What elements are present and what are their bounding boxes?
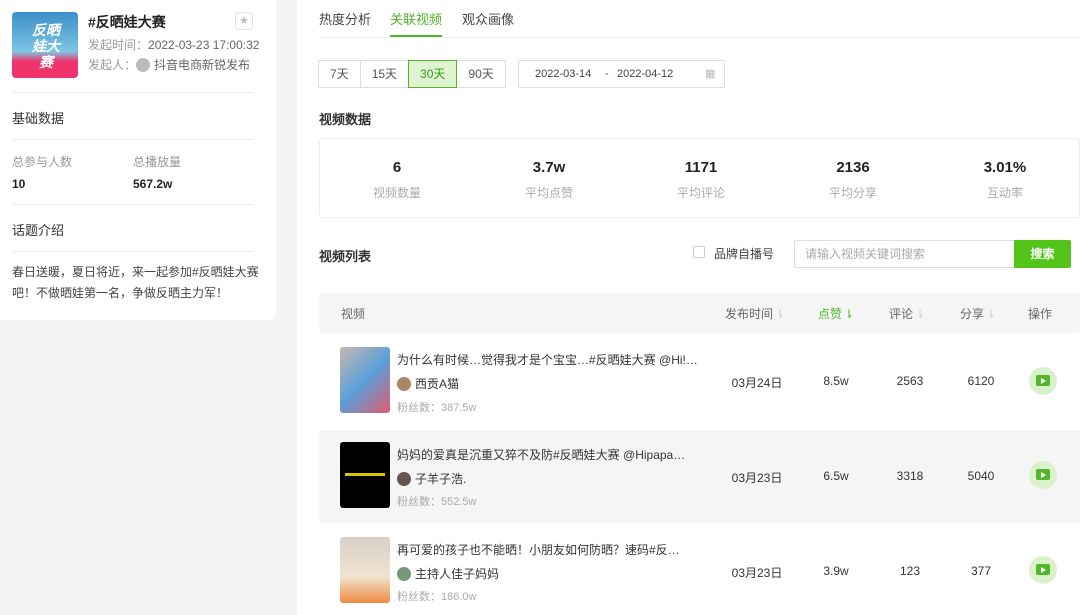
video-author: 主持人佳子妈妈 bbox=[397, 565, 499, 582]
topic-cover-image: 反晒娃大赛 bbox=[12, 12, 78, 78]
play-video-icon[interactable] bbox=[1029, 556, 1057, 584]
likes: 8.5w bbox=[823, 374, 849, 388]
shares: 377 bbox=[970, 564, 992, 578]
period-15d[interactable]: 15天 bbox=[359, 60, 410, 88]
participants-label: 总参与人数 bbox=[12, 155, 73, 169]
period-90d[interactable]: 90天 bbox=[456, 60, 506, 88]
sort-icon: ⇂ bbox=[986, 307, 997, 321]
publish-date: 03月24日 bbox=[731, 376, 783, 390]
video-list-heading: 视频列表 bbox=[319, 249, 372, 264]
search-button[interactable]: 搜索 bbox=[1014, 240, 1071, 268]
tab-related-videos[interactable]: 关联视频 bbox=[390, 9, 443, 37]
initiator-avatar bbox=[136, 58, 151, 72]
video-title[interactable]: 妈妈的爱真是沉重又猝不及防#反晒娃大赛 @Hipapa… bbox=[397, 446, 685, 463]
video-stats-card: 6 视频数量 3.7w 平均点赞 1171 平均评论 2136 平均分享 3.01% 互动… bbox=[319, 138, 1080, 218]
author-avatar bbox=[397, 472, 411, 486]
period-30d[interactable]: 30天 bbox=[408, 60, 458, 88]
tab-divider bbox=[319, 37, 1080, 38]
sort-icon: ⇂ bbox=[844, 307, 855, 321]
divider bbox=[12, 251, 254, 252]
video-thumbnail[interactable] bbox=[340, 442, 390, 508]
video-thumbnail[interactable] bbox=[340, 347, 390, 413]
topic-initiator: 发起人： 抖音电商新锐发布 bbox=[88, 58, 251, 72]
author-fans: 粉丝数：186.0w bbox=[397, 591, 477, 603]
table-row[interactable]: 再可爱的孩子也不能晒！小朋友如何防晒？速码#反… 主持人佳子妈妈 粉丝数：186… bbox=[319, 523, 1080, 615]
author-avatar bbox=[397, 567, 411, 581]
main-panel: 热度分析 关联视频 观众画像 7天 15天 30天 90天 2022-03-14… bbox=[297, 0, 1080, 615]
comments: 123 bbox=[899, 564, 921, 578]
col-publish-time[interactable]: 发布时间 ⇂ bbox=[725, 305, 785, 322]
author-fans: 粉丝数：552.5w bbox=[397, 496, 477, 508]
brand-self-broadcast-checkbox[interactable] bbox=[693, 246, 705, 258]
intro-text: 春日送暖，夏日将近，来一起参加#反晒娃大赛吧！不做晒娃第一名，争做反晒主力军！ bbox=[12, 265, 259, 300]
divider bbox=[12, 92, 254, 93]
sort-icon: ⇂ bbox=[915, 307, 926, 321]
video-data-heading: 视频数据 bbox=[319, 112, 372, 127]
calendar-icon[interactable]: ▦ bbox=[705, 61, 715, 87]
stat-avg-likes: 3.7w 平均点赞 bbox=[524, 159, 573, 200]
shares: 6120 bbox=[967, 374, 995, 388]
shares: 5040 bbox=[967, 469, 995, 483]
comments: 3318 bbox=[896, 469, 924, 483]
col-actions: 操作 bbox=[1028, 307, 1053, 321]
participants-value: 10 bbox=[12, 177, 26, 191]
period-7d[interactable]: 7天 bbox=[318, 60, 361, 88]
publish-date: 03月23日 bbox=[731, 471, 783, 485]
stat-video-count: 6 视频数量 bbox=[372, 159, 421, 200]
topic-panel: 反晒娃大赛 #反晒娃大赛 ★ 发起时间：2022-03-23 17:00:32 … bbox=[0, 0, 276, 320]
stat-avg-comments: 1171 平均评论 bbox=[676, 159, 725, 200]
tab-audience-profile[interactable]: 观众画像 bbox=[462, 9, 514, 28]
video-title[interactable]: 再可爱的孩子也不能晒！小朋友如何防晒？速码#反… bbox=[397, 541, 680, 558]
video-author: 西贡A猫 bbox=[397, 375, 459, 392]
table-row[interactable]: 为什么有时候…觉得我才是个宝宝…#反晒娃大赛 @Hi!… 西贡A猫 粉丝数：38… bbox=[319, 333, 1080, 430]
date-range-picker[interactable]: 2022-03-14 - 2022-04-12 ▦ bbox=[518, 60, 725, 88]
intro-heading: 话题介绍 bbox=[12, 223, 65, 238]
author-avatar bbox=[397, 377, 411, 391]
basic-data-heading: 基础数据 bbox=[12, 111, 65, 126]
sort-icon: ⇂ bbox=[775, 307, 786, 321]
date-separator: - bbox=[605, 68, 609, 80]
favorite-star-icon[interactable]: ★ bbox=[235, 12, 253, 30]
plays-label: 总播放量 bbox=[133, 155, 182, 169]
end-date[interactable]: 2022-04-12 bbox=[617, 61, 673, 87]
comments: 2563 bbox=[896, 374, 924, 388]
stat-interaction-rate: 3.01% 互动率 bbox=[983, 159, 1027, 200]
topic-title: #反晒娃大赛 bbox=[88, 14, 166, 30]
col-likes[interactable]: 点赞 ⇂ bbox=[818, 305, 854, 322]
plays-value: 567.2w bbox=[133, 177, 173, 191]
video-search-input[interactable]: 请输入视频关键词搜索 bbox=[794, 240, 1014, 268]
author-fans: 粉丝数：387.5w bbox=[397, 402, 477, 414]
play-video-icon[interactable] bbox=[1029, 367, 1057, 395]
divider bbox=[12, 204, 254, 205]
publish-date: 03月23日 bbox=[731, 566, 783, 580]
divider bbox=[12, 139, 254, 140]
table-header: 视频 发布时间 ⇂ 点赞 ⇂ 评论 ⇂ 分享 ⇂ 操作 bbox=[319, 293, 1080, 333]
video-author: 子羊子浩. bbox=[397, 470, 466, 487]
stat-avg-shares: 2136 平均分享 bbox=[828, 159, 877, 200]
likes: 3.9w bbox=[823, 564, 849, 578]
video-thumbnail[interactable] bbox=[340, 537, 390, 603]
table-row[interactable]: 妈妈的爱真是沉重又猝不及防#反晒娃大赛 @Hipapa… 子羊子浩. 粉丝数：5… bbox=[319, 430, 1080, 523]
likes: 6.5w bbox=[823, 469, 849, 483]
start-date[interactable]: 2022-03-14 bbox=[535, 61, 591, 87]
tab-heat-analysis[interactable]: 热度分析 bbox=[319, 9, 371, 28]
period-selector: 7天 15天 30天 90天 bbox=[318, 60, 506, 88]
topic-time: 发起时间：2022-03-23 17:00:32 bbox=[88, 38, 260, 52]
col-shares[interactable]: 分享 ⇂ bbox=[960, 305, 996, 322]
col-video: 视频 bbox=[341, 307, 366, 321]
play-video-icon[interactable] bbox=[1029, 461, 1057, 489]
video-title[interactable]: 为什么有时候…觉得我才是个宝宝…#反晒娃大赛 @Hi!… bbox=[397, 351, 698, 368]
col-comments[interactable]: 评论 ⇂ bbox=[889, 305, 925, 322]
brand-checkbox-label[interactable]: 品牌自播号 bbox=[714, 245, 774, 262]
